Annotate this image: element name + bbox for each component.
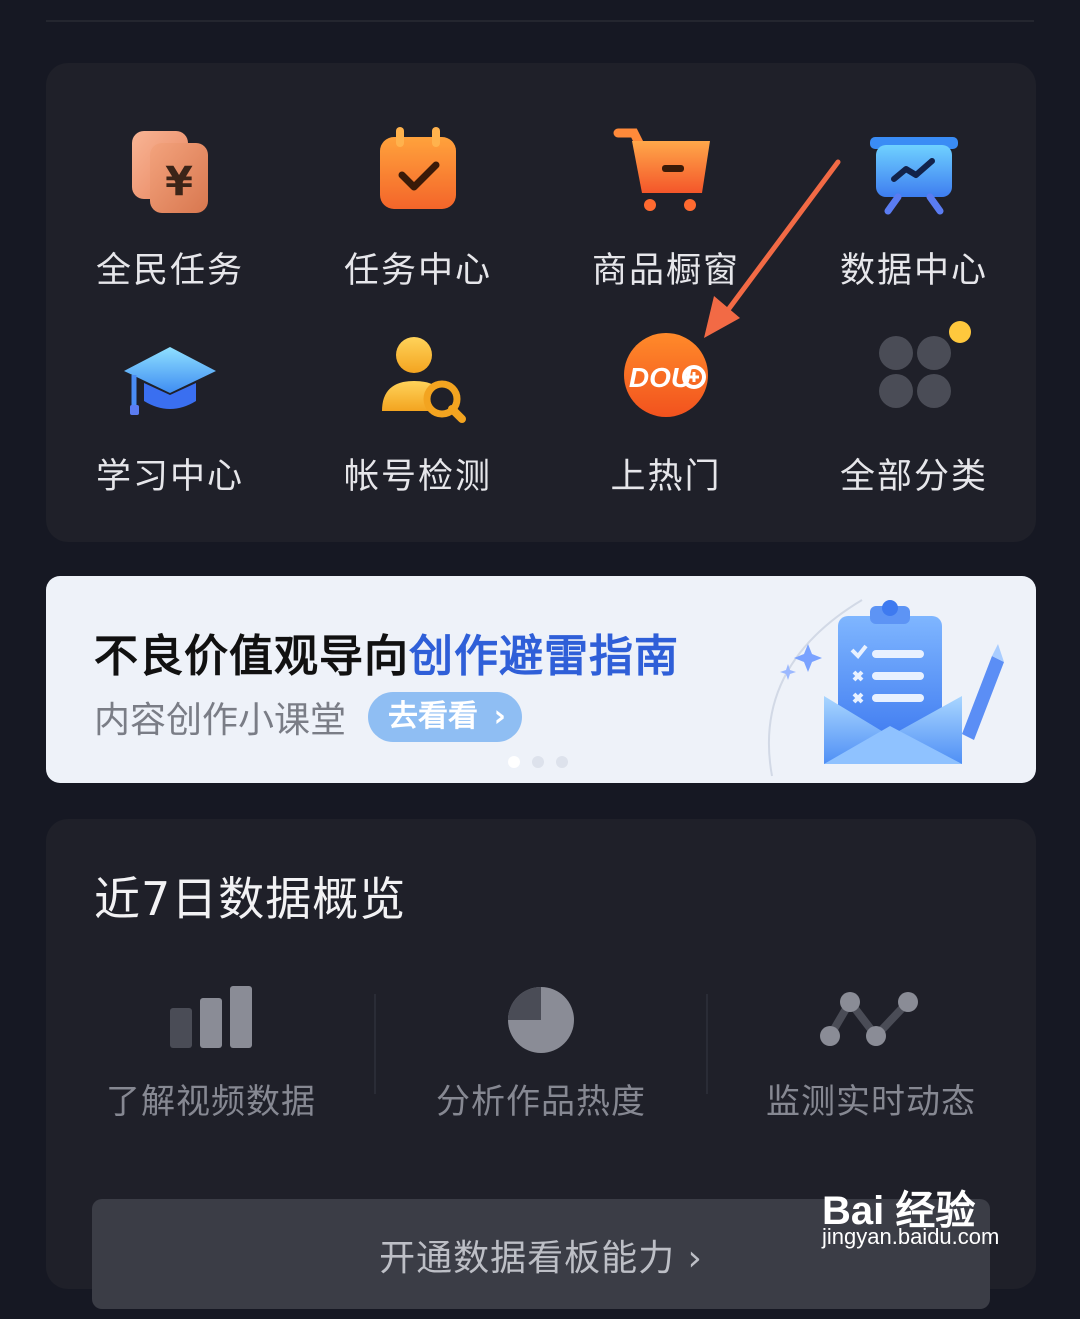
overview-title: 近7日数据概览 [94, 872, 407, 926]
tool-label: 全部分类 [839, 457, 988, 497]
banner-title: 不良价值观导向创作避雷指南 [94, 631, 679, 682]
tool-shuju-zhongxin[interactable]: 数据中心 [790, 125, 1038, 325]
top-divider [46, 20, 1034, 22]
feature-label: 分析作品热度 [436, 1082, 646, 1122]
shopping-cart-icon [606, 125, 726, 235]
tool-label: 数据中心 [839, 251, 988, 291]
clipboard-envelope-illustration [768, 599, 1004, 777]
tool-label: 商品橱窗 [591, 251, 740, 291]
banner-subtitle: 内容创作小课堂 [94, 700, 347, 741]
pager-dot [508, 756, 520, 768]
banner-pager [508, 756, 568, 768]
tool-renwu-zhongxin[interactable]: 任务中心 [294, 125, 542, 325]
calendar-check-icon [358, 125, 478, 235]
baidu-jingyan-watermark: Bai 经验 jingyan.baidu.com [822, 1156, 1022, 1254]
graduation-cap-icon [110, 331, 230, 441]
tool-shangpin-chuchuang[interactable]: 商品橱窗 [542, 125, 790, 325]
feature-label: 监测实时动态 [766, 1082, 976, 1122]
tool-label: 全民任务 [95, 251, 244, 291]
feature-label: 了解视频数据 [106, 1082, 316, 1122]
pie-chart-icon [486, 984, 596, 1054]
user-search-icon [358, 331, 478, 441]
creator-guide-banner[interactable]: 不良价值观导向创作避雷指南 内容创作小课堂 去看看 › [46, 576, 1036, 783]
tool-shang-remen[interactable]: DOU 上热门 [542, 331, 790, 531]
feature-realtime: 监测实时动态 [706, 984, 1036, 1144]
line-trend-icon [816, 984, 926, 1054]
tool-quanmin-renwu[interactable]: ¥ 全民任务 [46, 125, 294, 325]
tool-label: 任务中心 [343, 251, 492, 291]
new-dot-badge [949, 321, 971, 343]
tool-zhanghao-jiance[interactable]: 帐号检测 [294, 331, 542, 531]
go-see-button[interactable]: 去看看 › [368, 692, 522, 742]
pager-dot [556, 756, 568, 768]
bar-chart-icon [156, 984, 266, 1054]
tools-card: ¥ 全民任务 任务中心 商品橱窗 数据中心 学习中心 帐号检测 DOU 上热门 … [46, 63, 1036, 542]
svg-text:¥: ¥ [165, 159, 193, 205]
feature-work-heat: 分析作品热度 [376, 984, 706, 1144]
tool-label: 上热门 [610, 457, 722, 497]
yuan-cards-icon: ¥ [110, 125, 230, 235]
tool-label: 帐号检测 [343, 457, 492, 497]
pager-dot [532, 756, 544, 768]
watermark-site: jingyan.baidu.com [822, 1224, 1000, 1249]
chevron-right-icon: › [493, 699, 506, 734]
feature-video-data: 了解视频数据 [46, 984, 376, 1144]
dou-plus-icon: DOU [606, 331, 726, 441]
tool-label: 学习中心 [95, 457, 244, 497]
tool-xuexi-zhongxin[interactable]: 学习中心 [46, 331, 294, 531]
chart-board-icon [854, 125, 974, 235]
grid-categories-icon [854, 331, 974, 441]
tool-quanbu-fenlei[interactable]: 全部分类 [790, 321, 1038, 531]
